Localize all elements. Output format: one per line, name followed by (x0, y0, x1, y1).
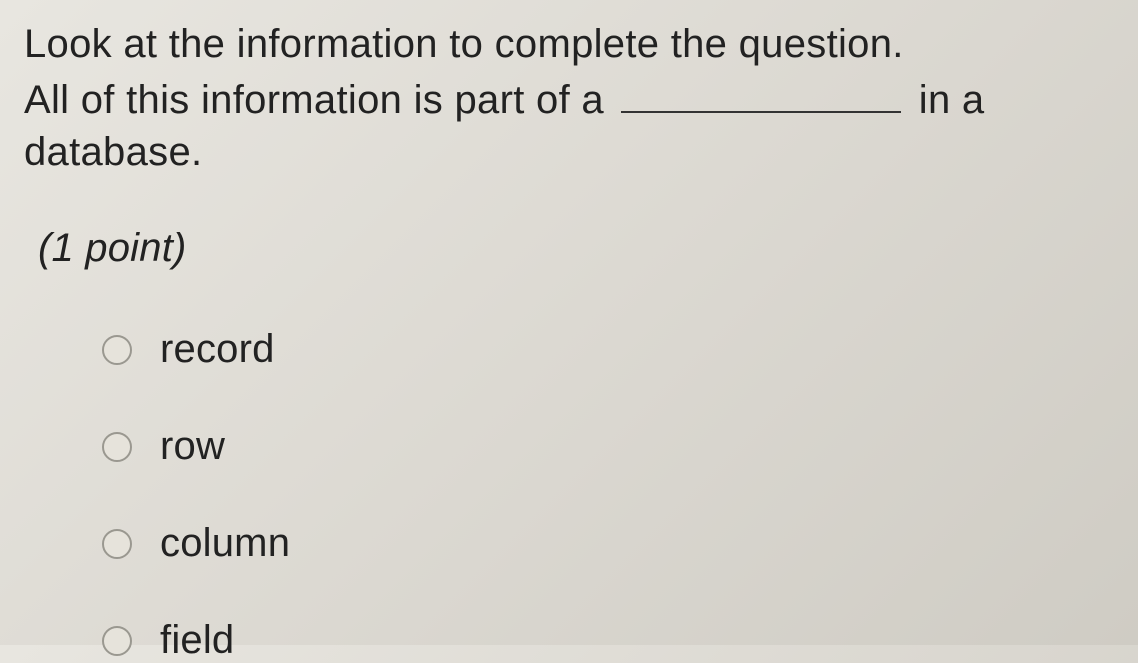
option-label: record (160, 327, 275, 372)
option-label: row (160, 424, 225, 469)
question-text-line1: Look at the information to complete the … (24, 18, 1118, 70)
fill-in-blank (621, 111, 901, 113)
option-column[interactable]: column (102, 521, 1118, 566)
option-row[interactable]: row (102, 424, 1118, 469)
points-label: (1 point) (38, 226, 1118, 271)
options-list: record row column field (102, 327, 1118, 663)
radio-icon[interactable] (102, 432, 132, 462)
option-label: column (160, 521, 290, 566)
question-line2-pre: All of this information is part of a (24, 78, 615, 122)
radio-icon[interactable] (102, 529, 132, 559)
option-record[interactable]: record (102, 327, 1118, 372)
question-text-line2: All of this information is part of a in … (24, 74, 1118, 178)
radio-icon[interactable] (102, 626, 132, 656)
radio-icon[interactable] (102, 335, 132, 365)
option-field[interactable]: field (102, 618, 1118, 663)
option-label: field (160, 618, 234, 663)
